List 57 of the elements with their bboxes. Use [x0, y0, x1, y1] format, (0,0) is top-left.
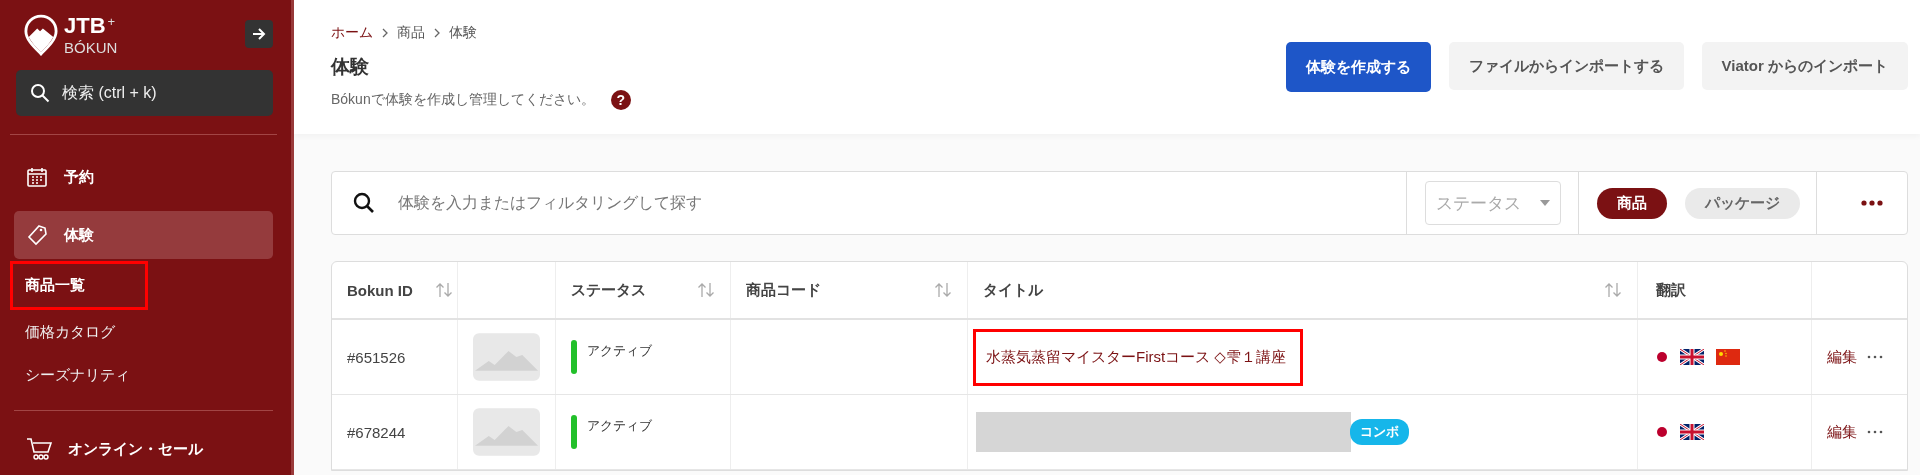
nav-item[interactable]: 予約: [14, 153, 273, 201]
product-title-link[interactable]: 水蒸気蒸留マイスターFirstコース ◇雫１講座: [986, 347, 1286, 367]
chevron-icon: [381, 28, 389, 38]
edit-link[interactable]: 編集: [1827, 347, 1857, 367]
column-header[interactable]: Bokun ID: [347, 281, 413, 299]
calendar-icon: [26, 166, 48, 188]
cart-icon: [26, 437, 52, 461]
tag-icon: [26, 224, 48, 246]
combo-badge: コンボ: [1350, 419, 1409, 445]
more-icon[interactable]: [1861, 200, 1883, 206]
logo-subtitle: BÓKUN: [64, 40, 118, 55]
arrow-right-icon: [252, 27, 266, 41]
search-field[interactable]: 体験を入力またはフィルタリングして探す: [396, 193, 1000, 213]
logo-icon: [24, 14, 58, 56]
search-icon: [30, 83, 50, 103]
search-input[interactable]: 検索 (ctrl + k): [62, 70, 259, 116]
table-cell: #678244: [347, 423, 406, 441]
china-flag-icon: [1716, 349, 1740, 365]
page-title: 体験: [331, 55, 370, 79]
help-button[interactable]: ?: [610, 90, 631, 110]
breadcrumb-item: 体験: [449, 24, 477, 42]
column-header[interactable]: 翻訳: [1656, 280, 1686, 300]
uk-flag-icon: [1680, 424, 1704, 440]
page-description: Bókunで体験を作成し管理してください。: [331, 91, 595, 109]
more-icon[interactable]: [1867, 430, 1883, 434]
filter-chip[interactable]: パッケージ: [1685, 187, 1800, 219]
chevron-icon: [433, 28, 441, 38]
nav-subitem[interactable]: 商品一覧: [10, 261, 148, 310]
column-header[interactable]: タイトル: [983, 280, 1043, 300]
column-header[interactable]: ステータス: [571, 280, 646, 300]
import-button[interactable]: Viator からのインポート: [1701, 42, 1908, 90]
more-icon[interactable]: [1867, 355, 1883, 359]
logo-plus: +: [107, 14, 116, 29]
nav-item[interactable]: オンライン・セール: [14, 425, 273, 473]
uk-flag-icon: [1680, 349, 1704, 365]
status-label: アクティブ: [587, 417, 652, 435]
column-header[interactable]: 商品コード: [746, 280, 821, 300]
table-cell: #651526: [347, 348, 406, 366]
japan-flag-icon: [1656, 426, 1668, 438]
collapse-button[interactable]: [245, 20, 273, 48]
japan-flag-icon: [1656, 351, 1668, 363]
breadcrumb-item: 商品: [397, 24, 425, 42]
breadcrumb-item[interactable]: ホーム: [331, 24, 373, 42]
image-placeholder-icon: [473, 333, 540, 381]
filter-chip[interactable]: 商品: [1597, 187, 1667, 219]
logo-name: JTB: [64, 13, 106, 38]
status-label: アクティブ: [587, 342, 652, 360]
import-button[interactable]: ファイルからインポートする: [1448, 42, 1684, 90]
edit-link[interactable]: 編集: [1827, 422, 1857, 442]
nav-subitem[interactable]: シーズナリティ: [10, 355, 145, 396]
image-placeholder-icon: [473, 408, 540, 456]
nav-item[interactable]: 体験: [14, 211, 273, 259]
search-icon: [352, 191, 376, 215]
nav-subitem[interactable]: 価格カタログ: [10, 312, 130, 353]
create-button[interactable]: 体験を作成する: [1285, 42, 1431, 92]
caret-icon: [1540, 200, 1550, 206]
search-field[interactable]: 検索 (ctrl + k): [16, 70, 273, 116]
